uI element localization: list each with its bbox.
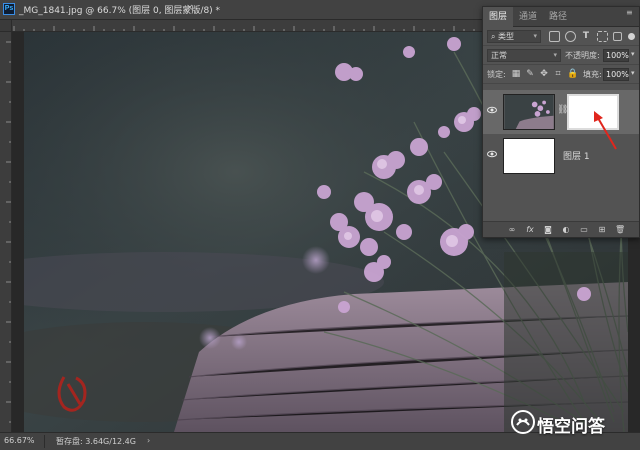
lock-all-icon[interactable]: 🔒	[567, 69, 578, 79]
eye-icon[interactable]	[487, 105, 497, 115]
tab-layers[interactable]: 图层	[483, 7, 514, 27]
layer-name[interactable]: 图层 1	[563, 149, 590, 162]
fx-icon[interactable]: fx	[525, 225, 535, 235]
vertical-ruler[interactable]	[0, 32, 12, 432]
blend-mode-select[interactable]: 正常 ▾	[487, 49, 561, 62]
search-icon: ⌕	[491, 32, 496, 41]
lock-row: 锁定: ▦ ✎ ✥ ⌗ 🔒 填充: 100% ▾	[483, 65, 639, 84]
ruler-ticks-vertical	[6, 41, 11, 423]
photoshop-file-icon: Ps	[3, 3, 15, 15]
new-layer-icon[interactable]: ⊞	[597, 225, 607, 235]
adjustment-icon[interactable]: ◐	[561, 225, 571, 235]
filter-row: ⌕ 类型 ▾ T	[483, 27, 639, 46]
layer-thumbnail[interactable]	[503, 94, 555, 130]
opacity-field[interactable]: 100%	[603, 49, 629, 62]
opacity-chevron-icon[interactable]: ▾	[631, 50, 635, 58]
panel-footer: ∞ fx ◙ ◐ ▭ ⊞ 🗑	[483, 221, 639, 237]
filter-smart-object-icon[interactable]	[613, 32, 622, 41]
filter-toggle-icon[interactable]	[628, 33, 635, 40]
chevron-down-icon: ▾	[533, 32, 537, 40]
lock-transparent-pixels-icon[interactable]: ▦	[511, 69, 521, 79]
ruler-corner[interactable]	[0, 20, 12, 32]
fill-field[interactable]: 100%	[603, 68, 629, 81]
tab-channels[interactable]: 通道	[513, 7, 543, 27]
lock-position-icon[interactable]: ✥	[539, 69, 549, 79]
zoom-level[interactable]: 66.67%	[4, 436, 35, 445]
panel-tabs: 图层 通道 路径 ≡	[483, 7, 639, 27]
opacity-label: 不透明度:	[565, 51, 600, 60]
blend-mode-value: 正常	[491, 51, 507, 60]
status-menu-arrow-icon[interactable]: ›	[147, 436, 150, 445]
layer-thumbnail[interactable]	[503, 138, 555, 174]
watermark-text: 悟空问答	[537, 417, 605, 437]
status-divider	[44, 435, 45, 448]
mask-icon[interactable]: ◙	[543, 225, 553, 235]
fill-label: 填充:	[583, 70, 602, 79]
lock-artboard-icon[interactable]: ⌗	[553, 69, 563, 79]
fill-chevron-icon[interactable]: ▾	[631, 69, 635, 77]
link-icon[interactable]: ∞	[507, 225, 517, 235]
filter-type-icon[interactable]: T	[581, 31, 591, 41]
layers-panel[interactable]: 图层 通道 路径 ≡ ⌕ 类型 ▾ T 正常 ▾ 不透明度: 100% ▾ 锁定…	[482, 6, 640, 238]
tab-paths[interactable]: 路径	[543, 7, 573, 27]
filter-pixel-icon[interactable]	[549, 31, 560, 42]
horizontal-ruler[interactable]	[12, 20, 482, 32]
lock-label: 锁定:	[487, 70, 506, 79]
wukong-logo-icon	[511, 410, 535, 434]
filter-shape-icon[interactable]	[597, 31, 608, 42]
filter-kind-select[interactable]: ⌕ 类型 ▾	[487, 30, 541, 43]
ruler-ticks	[13, 26, 475, 31]
filter-kind-value: 类型	[498, 32, 515, 41]
watermark: 悟空问答	[508, 406, 636, 440]
close-document-icon[interactable]: ×	[186, 3, 194, 13]
trash-icon[interactable]: 🗑	[615, 225, 625, 235]
scratch-disk-info: 暂存盘: 3.64G/12.4G	[56, 437, 136, 446]
lock-image-pixels-icon[interactable]: ✎	[525, 69, 535, 79]
folder-icon[interactable]: ▭	[579, 225, 589, 235]
chevron-down-icon: ▾	[553, 51, 557, 59]
blend-row: 正常 ▾ 不透明度: 100% ▾	[483, 46, 639, 65]
panel-menu-icon[interactable]: ≡	[626, 9, 636, 17]
eye-icon[interactable]	[487, 149, 497, 159]
red-arrow-annotation	[594, 111, 617, 150]
filter-adjustment-icon[interactable]	[565, 31, 576, 42]
